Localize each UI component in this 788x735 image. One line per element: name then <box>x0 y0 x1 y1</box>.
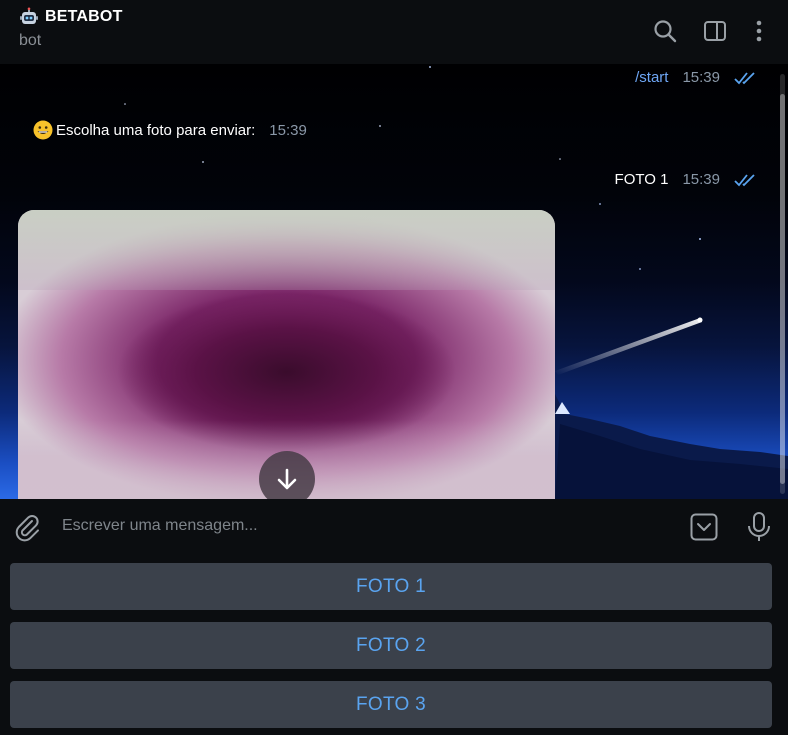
bot-reply-keyboard: FOTO 1 FOTO 2 FOTO 3 <box>0 555 788 735</box>
keyboard-button-foto-1[interactable]: FOTO 1 <box>10 563 772 610</box>
chat-header: BETABOT bot <box>0 0 788 64</box>
microphone-icon[interactable] <box>746 511 772 543</box>
double-check-icon <box>734 71 755 84</box>
scrollbar-thumb[interactable] <box>780 94 785 484</box>
robot-icon <box>19 7 39 27</box>
message-text: Escolha uma foto para enviar: <box>56 121 256 139</box>
scroll-down-button[interactable] <box>259 451 315 499</box>
photo-blur-top <box>18 210 555 290</box>
chat-scrollbar[interactable] <box>780 74 785 494</box>
arrow-down-icon <box>277 468 297 490</box>
chat-title-block[interactable]: BETABOT bot <box>19 7 123 50</box>
paperclip-icon[interactable] <box>12 512 42 542</box>
message-composer <box>0 499 788 555</box>
message-text: FOTO 1 <box>614 171 669 188</box>
chat-history[interactable]: /start 15:39 Escolha uma foto para envia… <box>0 64 788 499</box>
chat-subtitle: bot <box>19 32 42 49</box>
message-time: 15:39 <box>682 171 720 188</box>
more-vertical-icon[interactable] <box>746 18 772 44</box>
incoming-message[interactable]: Escolha uma foto para enviar: 15:39 <box>33 120 307 140</box>
outgoing-message-foto[interactable]: FOTO 1 15:39 <box>615 171 758 188</box>
chat-title: BETABOT <box>45 8 123 25</box>
message-time: 15:39 <box>682 69 720 86</box>
message-time: 15:39 <box>269 121 307 139</box>
bot-command-link[interactable]: /start <box>635 69 668 86</box>
bot-keyboard-toggle-icon[interactable] <box>690 513 718 541</box>
keyboard-button-foto-2[interactable]: FOTO 2 <box>10 622 772 669</box>
message-input[interactable] <box>62 513 662 539</box>
sidebar-toggle-icon[interactable] <box>702 18 728 44</box>
search-icon[interactable] <box>652 18 678 44</box>
grinning-face-icon <box>33 120 53 140</box>
double-check-icon <box>734 173 755 186</box>
outgoing-message-start[interactable]: /start 15:39 <box>635 69 758 86</box>
keyboard-button-foto-3[interactable]: FOTO 3 <box>10 681 772 728</box>
